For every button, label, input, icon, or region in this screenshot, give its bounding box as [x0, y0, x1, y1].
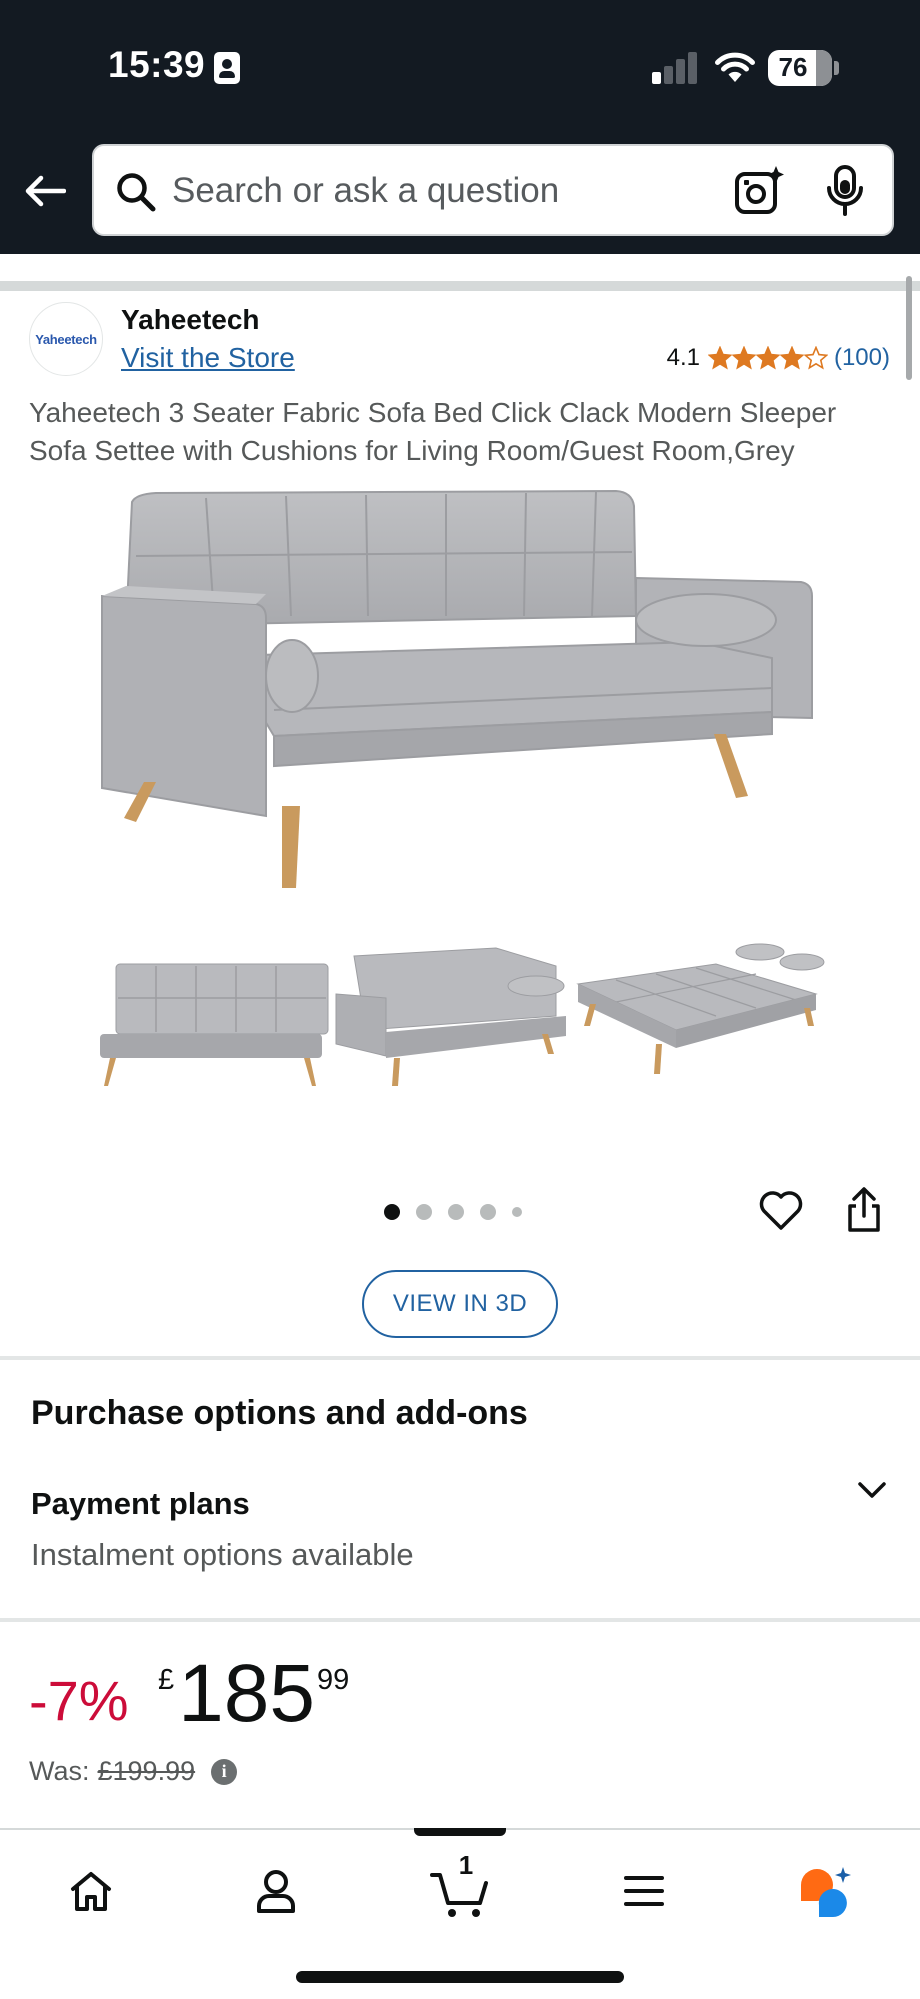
nav-rufus[interactable]	[790, 1856, 860, 1926]
back-button[interactable]	[20, 166, 70, 216]
star-filled-icon	[779, 346, 804, 370]
star-filled-icon	[755, 346, 780, 370]
product-title: Yaheetech 3 Seater Fabric Sofa Bed Click…	[29, 397, 837, 466]
was-price: £199.99	[97, 1756, 196, 1786]
star-filled-icon	[707, 346, 732, 370]
purchase-options-heading: Purchase options and add-ons	[31, 1394, 528, 1432]
price-fraction: 99	[316, 1664, 350, 1696]
search-icon	[117, 173, 156, 212]
wifi-icon	[715, 52, 755, 82]
star-empty-icon	[803, 346, 828, 370]
carousel-dot[interactable]	[448, 1204, 464, 1220]
image-thumbnails[interactable]	[96, 936, 826, 1096]
thumbnail-flat-bed[interactable]	[576, 943, 825, 1074]
thumbnail-front[interactable]	[100, 963, 329, 1086]
payment-plans-title[interactable]: Payment plans	[31, 1486, 250, 1522]
home-icon	[71, 1872, 111, 1911]
camera-search-icon[interactable]	[732, 164, 786, 218]
section-divider	[0, 1618, 920, 1622]
section-divider	[0, 281, 920, 291]
nav-home[interactable]	[56, 1856, 126, 1926]
info-icon[interactable]: i	[211, 1758, 238, 1785]
product-page: 15:39 76 Search or ask a question Yaheet…	[0, 0, 920, 1999]
carousel-dot[interactable]	[416, 1204, 432, 1220]
scrollbar-thumb[interactable]	[906, 276, 912, 380]
star-rating	[707, 346, 828, 370]
brand-logo-text: Yaheetech	[35, 331, 97, 347]
brand-logo[interactable]: Yaheetech	[29, 302, 103, 376]
arrow-left-icon	[25, 175, 66, 207]
carousel-dot[interactable]	[480, 1204, 496, 1220]
cart-count: 1	[458, 1850, 474, 1880]
payment-plans-subtitle: Instalment options available	[31, 1537, 414, 1572]
nav-menu[interactable]	[609, 1856, 679, 1926]
rating-summary[interactable]: 4.1 (100)	[667, 344, 890, 372]
thumbnail-angle[interactable]	[335, 947, 566, 1086]
carousel-dot[interactable]	[384, 1204, 400, 1220]
heart-icon[interactable]	[758, 1188, 804, 1234]
chevron-down-icon[interactable]	[852, 1470, 892, 1510]
search-bar[interactable]	[92, 144, 894, 236]
search-input[interactable]	[172, 160, 712, 222]
section-divider	[0, 1356, 920, 1360]
view-in-3d-button[interactable]: VIEW IN 3D	[362, 1270, 558, 1338]
price-whole: 185	[178, 1648, 315, 1739]
star-filled-icon	[731, 346, 756, 370]
rating-value: 4.1	[666, 344, 700, 371]
price: £ 185 99	[158, 1648, 349, 1740]
visit-store-link[interactable]: Visit the Store	[121, 342, 295, 374]
menu-icon	[624, 1876, 664, 1906]
person-icon	[257, 1870, 295, 1913]
carousel-dot[interactable]	[512, 1207, 522, 1217]
image-carousel-dots	[384, 1204, 522, 1220]
contact-card-icon	[214, 52, 240, 84]
nav-cart[interactable]: 1	[425, 1850, 495, 1926]
nav-account[interactable]	[241, 1856, 311, 1926]
brand-name: Yaheetech	[121, 304, 260, 335]
price-currency: £	[158, 1664, 175, 1696]
share-icon[interactable]	[844, 1186, 884, 1234]
home-indicator	[296, 1971, 624, 1983]
top-bar: 15:39 76	[0, 0, 920, 254]
battery-tip	[834, 61, 839, 75]
product-image[interactable]	[96, 486, 826, 906]
status-time: 15:39	[108, 44, 206, 85]
discount-percentage: -7%	[29, 1669, 129, 1732]
rufus-assistant-icon	[801, 1867, 851, 1917]
battery-level: 76	[778, 52, 808, 82]
signal-icon	[652, 52, 698, 84]
microphone-icon[interactable]	[822, 164, 868, 218]
was-label: Was:	[29, 1756, 90, 1786]
active-tab-indicator	[414, 1828, 506, 1836]
rating-count-link[interactable]: (100)	[834, 344, 890, 372]
was-price-row: Was: £199.99 i	[29, 1756, 238, 1787]
battery-icon: 76	[768, 50, 832, 86]
